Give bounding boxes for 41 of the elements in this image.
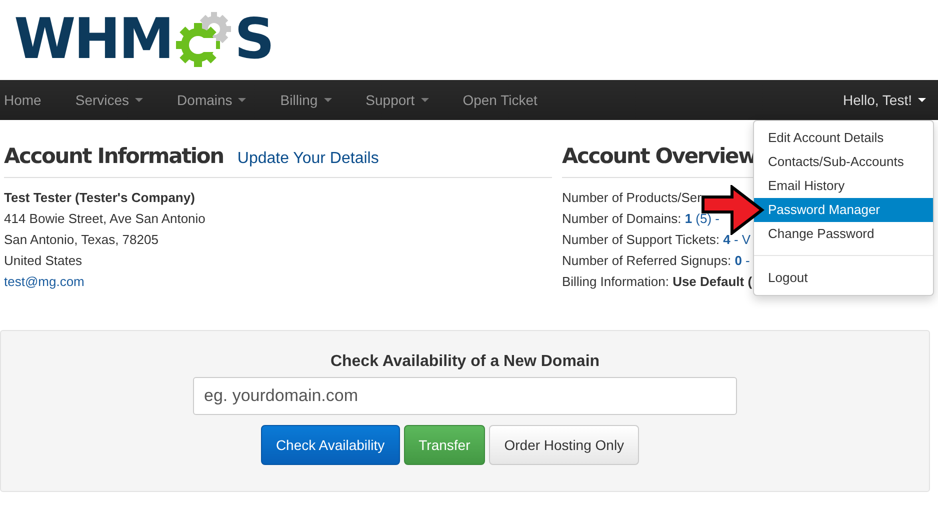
caret-icon [238, 98, 246, 102]
overview-link[interactable]: 1 (5) - [684, 211, 720, 226]
nav-item[interactable]: Services [71, 92, 148, 108]
address-line: 414 Bowie Street, Ave San Antonio [4, 210, 206, 228]
menu-item[interactable]: Password Manager [754, 198, 933, 222]
menu-item[interactable]: Contacts/Sub-Accounts [754, 150, 933, 174]
menu-item[interactable]: Change Password [754, 222, 933, 246]
menu-item[interactable]: Edit Account Details [754, 126, 933, 150]
overview-label: Billing Information: [562, 274, 670, 289]
email-link[interactable]: test@mg.com [4, 271, 552, 292]
logo-text: S [234, 12, 273, 68]
overview-link[interactable]: 4 - V [723, 232, 751, 247]
overview-value: Use Default ( [672, 274, 752, 289]
overview-label: Number of Referred Signups: [562, 253, 732, 268]
user-menu-toggle[interactable]: Hello, Test! [839, 92, 930, 108]
nav-item[interactable]: Open Ticket [458, 92, 542, 108]
overview-label: Number of Products/Ser [562, 190, 702, 205]
nav-item[interactable]: Support [362, 92, 433, 108]
section-title: Account Information [4, 144, 224, 168]
nav-item[interactable]: Domains [173, 92, 250, 108]
overview-label: Number of Domains: [562, 211, 682, 226]
overview-label: Number of Support Tickets: [562, 232, 721, 247]
address-line: San Antonio, Texas, 78205 [4, 231, 160, 249]
domain-action-button[interactable]: Order Hosting Only [489, 425, 640, 465]
nav-item[interactable]: Home [0, 92, 46, 108]
account-name: Test Tester (Tester's Company) [4, 189, 196, 207]
menu-item[interactable]: Email History [754, 174, 933, 198]
domain-check-title: Check Availability of a New Domain [330, 353, 600, 371]
nav-item[interactable]: Billing [276, 92, 336, 108]
overview-link[interactable]: 0 - [734, 253, 750, 268]
caret-icon [420, 98, 429, 102]
update-details-link[interactable]: Update Your Details [237, 150, 379, 168]
domain-input-field[interactable]: eg. yourdomain.com [193, 377, 737, 415]
caret-icon [918, 98, 926, 102]
menu-item[interactable]: Logout [754, 266, 933, 290]
section-title: Account Overview [562, 144, 756, 168]
caret-icon [135, 98, 144, 102]
domain-action-button[interactable]: Check Availability [260, 425, 400, 465]
caret-icon [324, 98, 332, 102]
logo-text: WHM [14, 12, 172, 68]
address-line: United States [4, 252, 84, 270]
